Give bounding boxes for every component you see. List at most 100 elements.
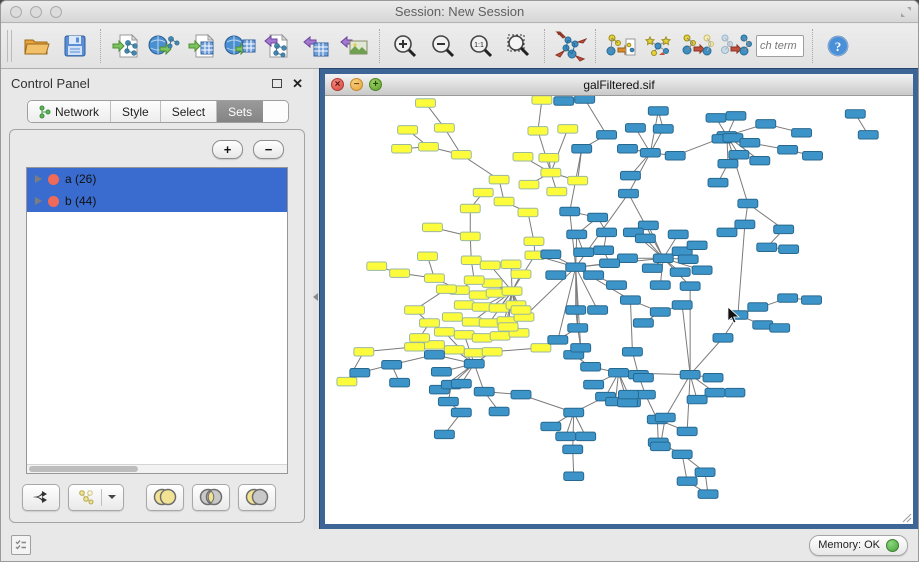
memory-status-button[interactable]: Memory: OK (809, 535, 908, 556)
export-image-button[interactable] (337, 28, 371, 64)
horizontal-scrollbar[interactable] (27, 464, 287, 473)
toolbar-separator (100, 29, 101, 63)
import-table-file-icon (187, 32, 217, 60)
tab-style-label: Style (122, 105, 149, 119)
help-icon: ? (826, 34, 850, 58)
svg-text:1:1: 1:1 (474, 42, 484, 49)
paste-selection-icon (718, 31, 752, 61)
search-input[interactable] (756, 35, 804, 57)
open-folder-button[interactable] (20, 28, 54, 64)
collapse-panel-icon[interactable] (313, 293, 318, 301)
set-union-button[interactable] (146, 484, 184, 511)
toolbar-drag-handle[interactable] (7, 30, 12, 62)
copy-selection-icon (680, 31, 714, 61)
save-session-button[interactable] (58, 28, 92, 64)
venn-intersection-icon (198, 488, 224, 506)
zoom-out-button[interactable] (426, 28, 460, 64)
expand-triangle-icon[interactable] (35, 197, 42, 205)
apply-layout-icon (553, 30, 587, 62)
zoom-in-button[interactable] (388, 28, 422, 64)
import-network-file-button[interactable] (109, 28, 143, 64)
save-icon (63, 34, 87, 58)
export-network-icon (263, 32, 293, 60)
button-divider (101, 489, 102, 506)
dropdown-caret-icon[interactable] (108, 495, 116, 499)
task-checklist-icon (15, 539, 27, 551)
create-network-from-set-button[interactable] (68, 484, 124, 511)
add-set-button[interactable]: + (212, 140, 243, 159)
tab-sets[interactable]: Sets (217, 101, 263, 122)
resize-grip-icon[interactable] (900, 511, 912, 523)
venn-difference-icon (244, 488, 270, 506)
zoom-in-icon (392, 33, 418, 59)
export-table-icon (302, 32, 330, 60)
network-frame-titlebar[interactable]: × − + galFiltered.sif (325, 74, 913, 96)
float-panel-icon[interactable] (272, 79, 282, 88)
network-canvas[interactable] (325, 96, 913, 524)
mouse-cursor-icon (728, 307, 739, 323)
zoom-1-1-icon: 1:1 (468, 33, 494, 59)
toolbar-separator (379, 29, 380, 63)
zoom-fit-selected-icon (506, 33, 532, 59)
zoom-fit-selected-button[interactable] (502, 28, 536, 64)
paste-selection-button[interactable] (718, 28, 752, 64)
set-label: a (26) (65, 172, 96, 186)
export-network-button[interactable] (261, 28, 295, 64)
tab-select-label: Select (172, 105, 205, 119)
zoom-window-icon[interactable] (50, 6, 62, 18)
export-table-button[interactable] (299, 28, 333, 64)
set-color-icon (48, 174, 59, 185)
scrollbar-thumb[interactable] (29, 466, 138, 472)
select-first-neighbors-button[interactable] (642, 28, 676, 64)
select-first-neighbors-icon (642, 31, 676, 61)
set-label: b (44) (65, 194, 96, 208)
copy-selection-button[interactable] (680, 28, 714, 64)
open-folder-icon (23, 34, 51, 58)
fullscreen-icon[interactable] (900, 6, 912, 18)
toolbar-separator (595, 29, 596, 63)
import-table-file-button[interactable] (185, 28, 219, 64)
svg-text:?: ? (835, 39, 842, 54)
new-network-from-selection-button[interactable] (604, 28, 638, 64)
network-frame-title: galFiltered.sif (583, 78, 654, 92)
close-panel-icon[interactable]: ✕ (292, 77, 303, 90)
task-history-button[interactable] (11, 535, 31, 555)
tab-network-label: Network (55, 105, 99, 119)
sets-list: a (26) b (44) (26, 167, 288, 474)
help-button[interactable]: ? (821, 28, 855, 64)
import-network-web-button[interactable] (147, 28, 181, 64)
import-table-web-button[interactable] (223, 28, 257, 64)
set-difference-button[interactable] (238, 484, 276, 511)
list-item-set-b[interactable]: b (44) (27, 190, 287, 212)
frame-minimize-icon[interactable]: − (350, 78, 363, 91)
network-graph[interactable] (325, 96, 913, 524)
set-color-icon (48, 196, 59, 207)
control-panel-title: Control Panel (11, 76, 90, 91)
traffic-lights (10, 6, 62, 18)
list-item-set-a[interactable]: a (26) (27, 168, 287, 190)
panel-splitter[interactable] (313, 69, 320, 529)
memory-ok-icon (886, 539, 899, 552)
window-title: Session: New Session (395, 4, 524, 19)
zoom-out-icon (430, 33, 456, 59)
frame-maximize-icon[interactable]: + (369, 78, 382, 91)
apply-layout-button[interactable] (553, 28, 587, 64)
sets-panel: + − a (26) b (44) (9, 129, 305, 523)
tab-style[interactable]: Style (111, 101, 161, 122)
minimize-window-icon[interactable] (30, 6, 42, 18)
zoom-actual-size-button[interactable]: 1:1 (464, 28, 498, 64)
close-window-icon[interactable] (10, 6, 22, 18)
network-glyph-icon (77, 489, 95, 505)
status-bar: Memory: OK (1, 529, 918, 561)
tab-network[interactable]: Network (28, 101, 111, 122)
set-intersection-button[interactable] (192, 484, 230, 511)
frame-close-icon[interactable]: × (331, 78, 344, 91)
extract-set-button[interactable] (22, 484, 60, 511)
remove-set-button[interactable]: − (253, 140, 284, 159)
import-network-file-icon (111, 32, 141, 60)
main-toolbar: 1:1 (1, 24, 918, 69)
split-arrows-icon (31, 488, 51, 506)
expand-triangle-icon[interactable] (35, 175, 42, 183)
tab-select[interactable]: Select (161, 101, 217, 122)
toolbar-separator (544, 29, 545, 63)
